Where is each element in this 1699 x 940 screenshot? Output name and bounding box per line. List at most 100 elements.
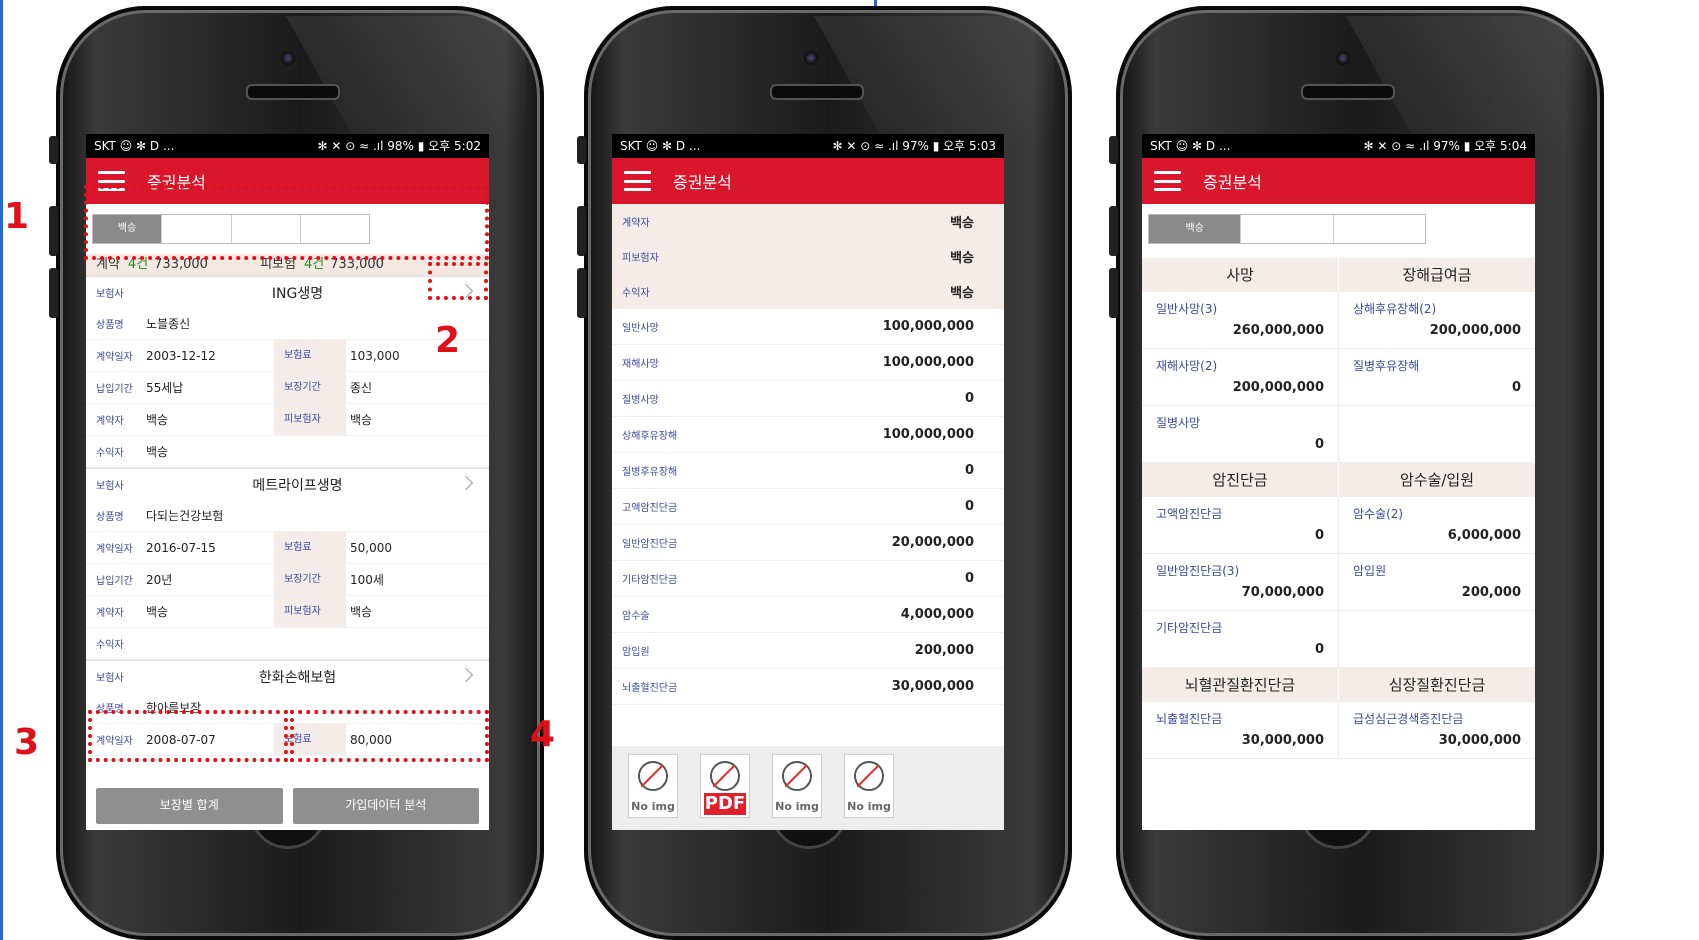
coverage-name: 암수술(2) <box>1353 507 1404 521</box>
document-thumbnails: No img PDF No img No img <box>612 746 1004 830</box>
party-label: 계약자 <box>622 218 650 229</box>
coverage-amount: 260,000,000 <box>1232 323 1324 338</box>
no-image-thumbnail[interactable]: No img <box>772 754 822 818</box>
coverage-value: 20,000,000 <box>891 535 974 550</box>
coverage-cell: 상해후유장해(2) 200,000,000 <box>1339 292 1535 349</box>
coverage-sum-button[interactable]: 보장별 합계 <box>96 788 283 824</box>
app-title: 증권분석 <box>673 173 732 192</box>
coverage-amount: 200,000,000 <box>1429 323 1521 338</box>
premium-value: 103,000 <box>350 348 400 363</box>
category-header: 암진단금 암수술/입원 <box>1142 463 1535 497</box>
contract-date-value: 2016-07-15 <box>146 540 216 555</box>
coverage-period-label: 보장기간 <box>274 564 346 595</box>
premium-label: 보험료 <box>274 532 346 563</box>
app-bar: 증권분석 <box>612 158 1004 204</box>
status-bar: SKT ☺ ✻ D ... ✻ ✕ ⊙ ≈ .ıl 98% ▮ 오후 5:02 <box>86 134 489 158</box>
coverage-amount: 30,000,000 <box>1241 733 1324 748</box>
subscription-analysis-button[interactable]: 가입데이터 분석 <box>292 788 479 824</box>
coverage-label: 질병후유장해 <box>622 467 678 478</box>
coverage-amount: 0 <box>1511 380 1521 395</box>
category-title: 암진단금 <box>1142 463 1339 497</box>
coverage-value: 0 <box>964 391 974 406</box>
insured-value: 백승 <box>350 413 373 427</box>
coverage-cell <box>1339 406 1535 463</box>
coverage-period-value: 100세 <box>350 573 384 587</box>
status-right: ✻ ✕ ⊙ ≈ .ıl 97% ▮ 오후 5:03 <box>832 139 996 153</box>
coverage-label: 일반사망 <box>622 323 659 334</box>
coverage-name: 암입원 <box>1353 564 1387 578</box>
list-item: 피보험자 백승 <box>612 239 1004 274</box>
coverage-amount: 200,000 <box>1461 585 1521 600</box>
bottom-button-bar: 보장별 합계 가입데이터 분석 <box>86 782 489 830</box>
beneficiary-label: 수익자 <box>96 448 124 459</box>
list-item: 고액암진단금 0 <box>612 489 1004 525</box>
camera-icon <box>281 51 295 65</box>
coverage-amount: 6,000,000 <box>1447 528 1521 543</box>
pay-period-label: 납입기간 <box>96 576 133 587</box>
speaker-grill <box>770 84 864 100</box>
coverage-name: 질병사망 <box>1156 416 1201 430</box>
status-left: SKT ☺ ✻ D ... <box>1150 139 1231 153</box>
callout-number-4: 4 <box>530 714 556 755</box>
insured-label: 피보험자 <box>274 596 346 627</box>
no-image-icon <box>782 761 812 791</box>
coverage-label: 상해후유장해 <box>622 431 678 442</box>
holder-label: 계약자 <box>96 416 124 427</box>
hamburger-menu-icon[interactable] <box>1154 171 1181 191</box>
coverage-name: 일반암진단금(3) <box>1156 564 1240 578</box>
coverage-value: 200,000 <box>914 643 974 658</box>
coverage-period-label: 보장기간 <box>274 372 346 403</box>
tab-person-3[interactable] <box>1332 215 1425 243</box>
policy-header[interactable]: 보험사 메트라이프생명 <box>86 468 489 500</box>
coverage-value: 100,000,000 <box>882 319 974 334</box>
status-right: ✻ ✕ ⊙ ≈ .ıl 97% ▮ 오후 5:04 <box>1363 139 1527 153</box>
premium-label: 보험료 <box>274 340 346 371</box>
camera-icon <box>804 51 818 65</box>
no-image-thumbnail[interactable]: No img <box>844 754 894 818</box>
callout-box-4 <box>290 710 489 762</box>
pdf-thumbnail[interactable]: PDF <box>700 754 750 818</box>
coverage-value: 100,000,000 <box>882 355 974 370</box>
coverage-list: 일반사망 100,000,000 재해사망 100,000,000 질병사망 0 상해… <box>612 309 1004 705</box>
status-bar: SKT ☺ ✻ D ... ✻ ✕ ⊙ ≈ .ıl 97% ▮ 오후 5:04 <box>1142 134 1535 158</box>
party-value: 백승 <box>950 286 974 301</box>
policy-card[interactable]: 보험사 ING생명 상품명 노블종신 계약일자 2003-12-12 보험료 103,0… <box>86 276 489 468</box>
policy-card[interactable]: 보험사 메트라이프생명 상품명 다되는건강보험 계약일자 2016-07-15 보험료… <box>86 468 489 660</box>
list-item: 뇌출혈진단금 30,000,000 <box>612 669 1004 705</box>
tab-person-2[interactable] <box>1240 215 1332 243</box>
status-left: SKT ☺ ✻ D ... <box>620 139 701 153</box>
person-tabs: 백승 <box>1148 214 1426 244</box>
no-image-thumbnail[interactable]: No img <box>628 754 678 818</box>
party-label: 수익자 <box>622 288 650 299</box>
coverage-value: 4,000,000 <box>900 607 974 622</box>
beneficiary-label: 수익자 <box>96 640 124 651</box>
app-title: 증권분석 <box>1203 173 1262 192</box>
list-item: 상해후유장해 100,000,000 <box>612 417 1004 453</box>
list-item: 기타암진단금 0 <box>612 561 1004 597</box>
category-title: 사망 <box>1142 258 1339 292</box>
contract-date-label: 계약일자 <box>96 352 133 363</box>
coverage-value: 0 <box>964 463 974 478</box>
insured-label: 피보험자 <box>274 404 346 435</box>
coverage-cell: 질병사망 0 <box>1142 406 1338 463</box>
coverage-name: 질병후유장해 <box>1353 359 1420 373</box>
list-item: 암수술 4,000,000 <box>612 597 1004 633</box>
category-header: 사망 장해급여금 <box>1142 258 1535 292</box>
category-title: 암수술/입원 <box>1399 471 1475 489</box>
pay-period-value: 20년 <box>146 573 173 587</box>
list-item: 재해사망 100,000,000 <box>612 345 1004 381</box>
coverage-name: 고액암진단금 <box>1156 507 1223 521</box>
phone-frame-3: SKT ☺ ✻ D ... ✻ ✕ ⊙ ≈ .ıl 97% ▮ 오후 5:04 … <box>1109 6 1604 940</box>
coverage-label: 재해사망 <box>622 359 659 370</box>
tab-person-1[interactable]: 백승 <box>1149 215 1241 243</box>
status-left: SKT ☺ ✻ D ... <box>94 139 175 153</box>
coverage-value: 30,000,000 <box>891 679 974 694</box>
insurer-label: 보험사 <box>96 481 124 492</box>
status-bar: SKT ☺ ✻ D ... ✻ ✕ ⊙ ≈ .ıl 97% ▮ 오후 5:03 <box>612 134 1004 158</box>
thumbnail-caption: No img <box>631 800 675 813</box>
coverage-cell: 질병후유장해 0 <box>1339 349 1535 406</box>
product-value: 다되는건강보험 <box>146 509 224 523</box>
policy-header[interactable]: 보험사 한화손해보험 <box>86 660 489 692</box>
callout-number-1: 1 <box>4 196 30 237</box>
hamburger-menu-icon[interactable] <box>624 171 651 191</box>
